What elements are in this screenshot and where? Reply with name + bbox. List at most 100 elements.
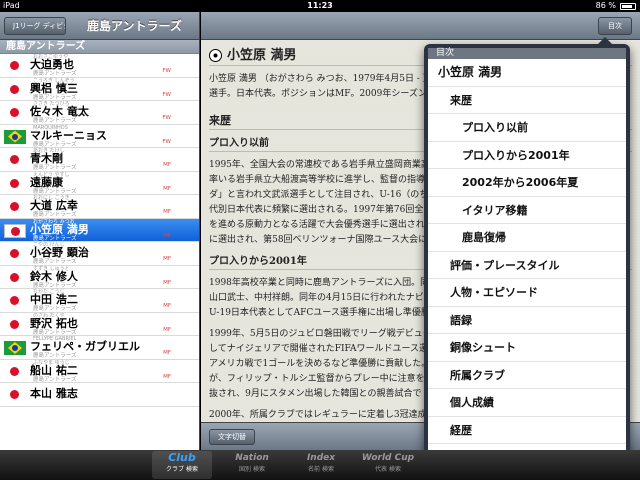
text-line: アメリカ戦で1ゴールを決めるなど準優勝に貢献した。その後	[209, 359, 458, 369]
player-club: 鹿島アントラーズ	[33, 188, 77, 195]
player-name: フェリペ・ガブリエル	[30, 340, 140, 353]
player-club: 鹿島アントラーズ	[33, 118, 77, 124]
player-position: MF	[163, 279, 171, 286]
player-name: 野沢 拓也	[30, 316, 78, 330]
status-bar: iPad 11:23 86 %	[0, 0, 640, 12]
clock: 11:23	[307, 1, 333, 10]
player-row[interactable]: 本山 雅志	[0, 383, 199, 407]
player-position: FW	[162, 138, 171, 145]
player-row[interactable]: えんどう やすし 遠藤康 鹿島アントラーズ MF	[0, 171, 199, 195]
tab-label: World Cup	[361, 453, 415, 463]
tab-sublabel: クラブ 検索	[166, 466, 198, 473]
text-line: 抜され、9月にスタメン出場した韓国との親善試合で	[209, 389, 422, 399]
japan-flag-icon	[4, 200, 26, 214]
tab-sublabel: 代表 検索	[375, 466, 401, 473]
toc-item[interactable]: 2002年から2006年夏	[428, 169, 626, 197]
text-size-button[interactable]: 文字切替	[209, 429, 255, 445]
japan-flag-icon	[4, 223, 26, 238]
right-nav-bar: 目次	[201, 12, 640, 40]
player-row[interactable]: なかた こうじ 中田 浩二 鹿島アントラーズ MF	[0, 289, 199, 313]
player-position: MF	[163, 232, 171, 239]
player-club: 鹿島アントラーズ	[33, 329, 77, 336]
tab-sublabel: 名前 検索	[308, 466, 334, 473]
player-name: マルキーニョス	[30, 128, 107, 142]
toc-item[interactable]: 来歴	[428, 87, 626, 114]
player-name: 青木剛	[30, 152, 63, 165]
toc-item[interactable]: 人物・エピソード	[428, 279, 626, 307]
tab-sublabel: 国別 検索	[239, 466, 265, 473]
player-position: FW	[162, 68, 171, 74]
battery-level	[622, 5, 633, 8]
player-name: 大道 広幸	[30, 199, 78, 212]
player-club: 鹿島アントラーズ	[33, 353, 77, 359]
tab-label: Nation	[235, 453, 269, 463]
toc-item[interactable]: イタリア移籍	[428, 197, 626, 224]
player-row[interactable]: すずき しゅうと 鈴木 修人 鹿島アントラーズ MF	[0, 265, 199, 289]
toc-item[interactable]: プロ入りから2001年	[428, 142, 626, 169]
brazil-flag-icon	[4, 129, 26, 144]
player-row[interactable]: おおにし こうき 大道 広幸 鹿島アントラーズ MF	[0, 195, 199, 219]
player-position: MF	[163, 303, 171, 309]
player-club: 鹿島アントラーズ	[33, 235, 77, 242]
battery-percent: 86 %	[595, 1, 616, 10]
player-row[interactable]: おがさわら みつお 小笠原 満男 鹿島アントラーズ MF	[0, 218, 199, 242]
japan-flag-icon	[4, 106, 26, 120]
player-name: 小谷野 顕治	[30, 246, 89, 259]
tab-bar: Club クラブ 検索 Nation 国別 検索 Index 名前 検索 World Cup…	[0, 450, 640, 480]
player-club: 鹿島アントラーズ	[33, 71, 77, 77]
player-position: MF	[163, 209, 171, 215]
toc-item[interactable]: 鹿島復帰	[428, 224, 626, 252]
toc-item[interactable]: プロ入り以前	[428, 114, 626, 142]
player-position: FW	[162, 91, 171, 98]
player-position: MF	[163, 185, 171, 192]
player-position: MF	[163, 350, 171, 356]
player-name: 小笠原 満男	[30, 222, 89, 236]
player-name: 大迫勇也	[30, 58, 74, 71]
player-name: 鈴木 修人	[30, 269, 78, 283]
player-club: 鹿島アントラーズ	[33, 141, 77, 148]
left-nav-bar: J1リーグ ディビジ... 鹿島アントラーズ	[0, 12, 199, 40]
toc-item[interactable]: 評価・プレースタイル	[428, 252, 626, 279]
toc-popover: 目次 小笠原 満男 来歴 プロ入り以前 プロ入りから2001年 2002年から2006年…	[424, 37, 630, 472]
japan-flag-icon	[4, 318, 26, 332]
player-name: 船山 祐二	[30, 363, 78, 377]
tab-index[interactable]: Index 名前 検索	[291, 451, 351, 479]
player-position: MF	[163, 373, 171, 380]
tab-nation[interactable]: Nation 国別 検索	[222, 451, 282, 479]
toc-item[interactable]: 経歴	[428, 417, 626, 444]
japan-flag-icon	[4, 271, 26, 285]
player-row[interactable]: ささき たつひろ 佐々木 竜太 鹿島アントラーズ FW	[0, 101, 199, 125]
toc-button[interactable]: 目次	[598, 17, 632, 35]
player-list: おおさこゆうや 大迫勇也 鹿島アントラーズ FW こうろぎ しんぞう 興梠 慎三 鹿島アント…	[0, 54, 199, 407]
text-line: が、フィリップ・トルシエ監督からプレー中に注意を受ける	[209, 374, 452, 384]
player-row[interactable]: こやの けんじ 小谷野 顕治 鹿島アントラーズ MF	[0, 242, 199, 266]
player-row[interactable]: MARQUINHOS マルキーニョス 鹿島アントラーズ FW	[0, 124, 199, 148]
player-row[interactable]: おおさこゆうや 大迫勇也 鹿島アントラーズ FW	[0, 54, 199, 78]
player-name: 興梠 慎三	[30, 81, 78, 95]
japan-flag-icon	[4, 294, 26, 308]
toc-item[interactable]: 所属クラブ	[428, 362, 626, 389]
article-title-text: 小笠原 満男	[227, 48, 297, 63]
player-row[interactable]: ふなやま ゆうじ 船山 祐二 鹿島アントラーズ MF	[0, 359, 199, 383]
soccer-ball-icon	[209, 49, 222, 62]
tab-world-cup[interactable]: World Cup 代表 検索	[358, 451, 418, 479]
player-name: 遠藤康	[30, 175, 63, 189]
tab-club[interactable]: Club クラブ 検索	[152, 451, 212, 479]
battery-icon	[620, 3, 636, 10]
back-button[interactable]: J1リーグ ディビジ...	[4, 17, 66, 35]
player-row[interactable]: のざわ たくや 野沢 拓也 鹿島アントラーズ MF	[0, 312, 199, 336]
toc-item[interactable]: 小笠原 満男	[428, 59, 626, 87]
toc-item[interactable]: 銅像シュート	[428, 334, 626, 362]
player-club: 鹿島アントラーズ	[33, 376, 77, 383]
japan-flag-icon	[4, 365, 26, 379]
player-name: 中田 浩二	[30, 293, 78, 306]
player-row[interactable]: FELLYPE GABRIEL フェリペ・ガブリエル 鹿島アントラーズ MF	[0, 336, 199, 360]
toc-item[interactable]: 個人成績	[428, 389, 626, 417]
player-row[interactable]: こうろぎ しんぞう 興梠 慎三 鹿島アントラーズ FW	[0, 77, 199, 101]
toc-item[interactable]: 語録	[428, 307, 626, 334]
left-nav-title: 鹿島アントラーズ	[87, 19, 182, 33]
player-position: FW	[162, 115, 171, 121]
player-row[interactable]: あおき たけし 青木剛 鹿島アントラーズ MF	[0, 148, 199, 172]
player-club: 鹿島アントラーズ	[33, 282, 77, 289]
tab-label: Club	[168, 451, 196, 464]
